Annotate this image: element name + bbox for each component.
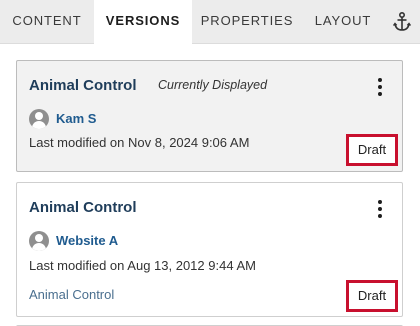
avatar-icon <box>29 231 49 251</box>
version-title: Animal Control <box>29 199 137 216</box>
last-modified-text: Last modified on Aug 13, 2012 9:44 AM <box>29 258 256 273</box>
tab-versions[interactable]: VERSIONS <box>94 0 192 45</box>
anchor-icon[interactable] <box>388 8 416 36</box>
version-title: Animal Control <box>29 77 137 94</box>
last-modified-text: Last modified on Nov 8, 2024 9:06 AM <box>29 135 250 150</box>
tab-properties[interactable]: PROPERTIES <box>192 0 302 44</box>
currently-displayed-label: Currently Displayed <box>158 78 268 92</box>
more-options-icon[interactable] <box>372 76 388 98</box>
tab-bar: CONTENT VERSIONS PROPERTIES LAYOUT <box>0 0 420 45</box>
version-card-current[interactable]: Animal Control Currently Displayed Kam S… <box>16 60 403 172</box>
draft-badge: Draft <box>346 134 398 166</box>
content-link[interactable]: Animal Control <box>29 287 114 302</box>
author-link[interactable]: Kam S <box>56 111 96 126</box>
draft-badge: Draft <box>346 280 398 312</box>
versions-list: Animal Control Currently Displayed Kam S… <box>0 45 420 326</box>
more-options-icon[interactable] <box>372 198 388 220</box>
tab-layout[interactable]: LAYOUT <box>302 0 384 44</box>
author-link[interactable]: Website A <box>56 233 118 248</box>
tab-content[interactable]: CONTENT <box>0 0 94 44</box>
version-card[interactable]: Animal Control Website A Last modified o… <box>16 182 403 317</box>
avatar-icon <box>29 109 49 129</box>
